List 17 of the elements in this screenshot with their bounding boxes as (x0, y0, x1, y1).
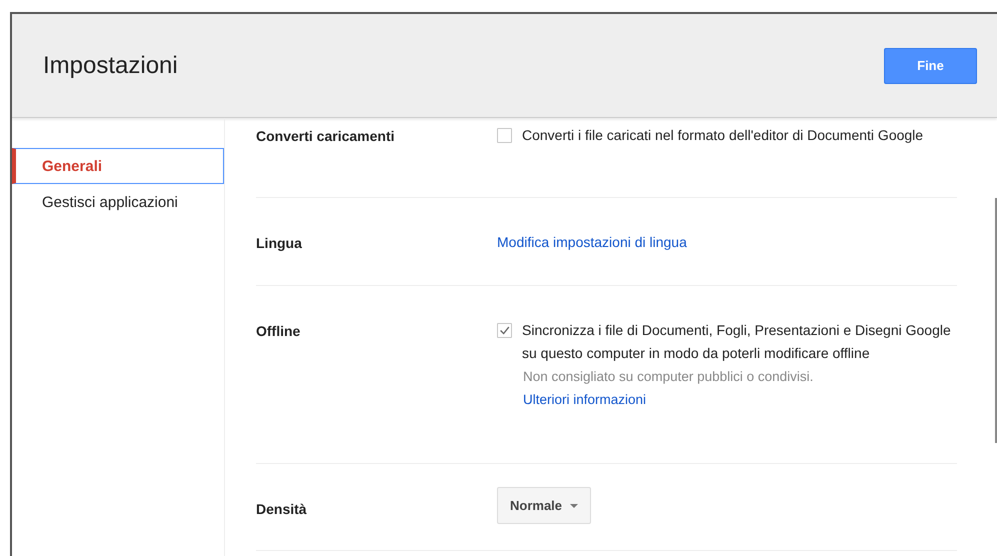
checkbox[interactable] (497, 128, 512, 143)
checkbox[interactable] (497, 323, 512, 338)
setting-label: Densità (256, 500, 308, 517)
hint-text: Non consigliato su computer pubblici o condivisi. (523, 368, 814, 386)
checkbox-label: Converti i file caricati nel formato dell'editor di Documenti Google (522, 126, 924, 145)
language-settings-link[interactable]: Modifica impostazioni di lingua (497, 234, 687, 250)
checkbox-label: Sincronizza i file di Documenti, Fogli, Presentazioni e Disegni Google su questo computer in modo da poterli modificare offline (522, 321, 952, 363)
density-dropdown[interactable]: Normale (497, 487, 592, 524)
setting-label: Converti caricamenti (256, 127, 396, 144)
scrollbar[interactable] (995, 198, 997, 443)
setting-label: Offline (256, 322, 302, 339)
learn-more-link[interactable]: Ulteriori informazioni (523, 388, 646, 411)
sidebar-item[interactable]: Gestisci applicazioni (12, 184, 224, 220)
window-title: Impostazioni (43, 52, 178, 80)
caret-icon (570, 504, 578, 508)
sidebar-item[interactable]: Generali (12, 148, 224, 184)
setting-label: Lingua (256, 234, 303, 251)
